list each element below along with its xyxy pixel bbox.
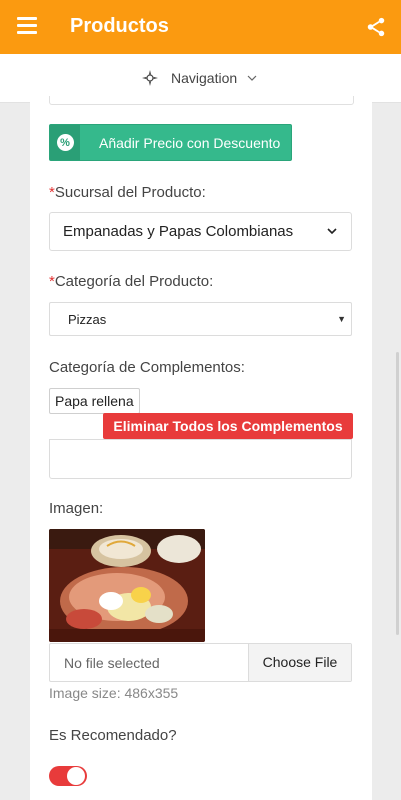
complements-input[interactable] xyxy=(49,439,352,479)
page-title: Productos xyxy=(70,15,169,37)
recommended-label: Es Recomendado? xyxy=(49,727,177,744)
branch-label: *Sucursal del Producto: xyxy=(49,184,206,201)
image-file-input[interactable]: No file selected Choose File xyxy=(49,643,352,682)
navigation-dropdown[interactable]: Navigation xyxy=(141,68,257,88)
chevron-down-icon xyxy=(247,75,257,81)
branch-select-value: Empanadas y Papas Colombianas xyxy=(63,223,294,240)
category-select-value: Pizzas xyxy=(68,312,107,327)
add-discount-price-button[interactable]: % Añadir Precio con Descuento xyxy=(49,124,292,161)
navigation-label: Navigation xyxy=(171,70,238,86)
scrollbar[interactable] xyxy=(396,352,399,635)
product-form: % Añadir Precio con Descuento *Sucursal … xyxy=(30,96,372,800)
chevron-down-icon xyxy=(327,228,337,235)
caret-down-icon: ▼ xyxy=(337,314,346,324)
percent-icon: % xyxy=(50,125,80,160)
compass-icon xyxy=(142,70,158,86)
image-size-note: Image size: 486x355 xyxy=(49,685,179,701)
toggle-knob xyxy=(67,767,85,785)
complement-tag[interactable]: Papa rellena xyxy=(49,388,140,414)
choose-file-button[interactable]: Choose File xyxy=(248,644,351,681)
app-bar: Productos xyxy=(0,0,401,54)
hamburger-menu-icon[interactable] xyxy=(17,17,37,34)
remove-all-complements-button[interactable]: Eliminar Todos los Complementos xyxy=(103,413,353,439)
branch-select[interactable]: Empanadas y Papas Colombianas xyxy=(49,212,352,251)
image-label: Imagen: xyxy=(49,500,104,517)
category-label: *Categoría del Producto: xyxy=(49,273,214,290)
category-select[interactable]: Pizzas ▼ xyxy=(49,302,352,336)
add-discount-price-label: Añadir Precio con Descuento xyxy=(99,134,281,151)
complements-label: Categoría de Complementos: xyxy=(49,359,245,376)
previous-input-field[interactable] xyxy=(49,96,354,105)
recommended-toggle[interactable] xyxy=(49,766,87,786)
file-status: No file selected xyxy=(64,655,160,671)
share-icon[interactable] xyxy=(365,16,387,38)
product-image xyxy=(49,529,205,642)
